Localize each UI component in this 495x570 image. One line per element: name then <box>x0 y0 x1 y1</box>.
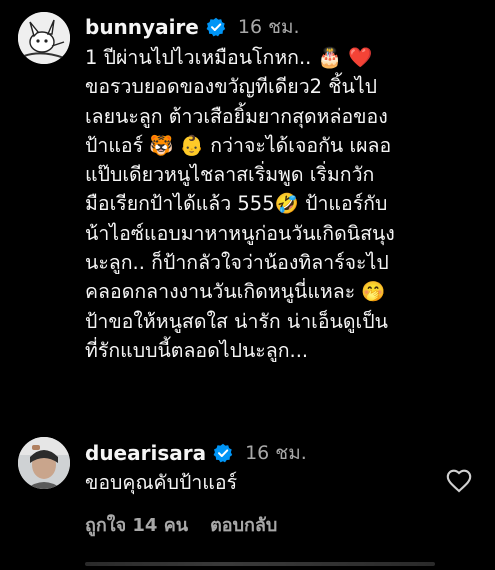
heart-outline-icon[interactable] <box>445 467 473 495</box>
username[interactable]: bunnyaire <box>85 15 199 39</box>
likes-count[interactable]: ถูกใจ 14 คน <box>85 510 188 539</box>
timestamp: 16 ชม. <box>237 16 300 38</box>
avatar[interactable] <box>18 437 70 489</box>
avatar-photo-icon <box>18 437 70 489</box>
comment-header: bunnyaire 16 ชม. <box>85 12 300 42</box>
comment-actions: ถูกใจ 14 คน ตอบกลับ <box>85 510 277 539</box>
timestamp: 16 ชม. <box>245 442 307 464</box>
cut-off-next-comment <box>85 556 435 570</box>
avatar-illustration-icon <box>18 12 70 64</box>
comment-text: ขอบคุณคับป้าแอร์ <box>85 471 238 494</box>
username[interactable]: duearisara <box>85 441 206 465</box>
verified-badge-icon <box>213 443 233 463</box>
comment-header: duearisara 16 ชม. <box>85 438 307 468</box>
faded-divider <box>85 562 435 566</box>
avatar[interactable] <box>18 12 70 64</box>
verified-badge-icon <box>206 17 226 37</box>
comment-text: 1 ปีผ่านไปไวเหมือนโกหก.. 🎂 ❤️ ขอรวบยอดขอ… <box>85 46 395 362</box>
reply-button[interactable]: ตอบกลับ <box>210 510 277 539</box>
